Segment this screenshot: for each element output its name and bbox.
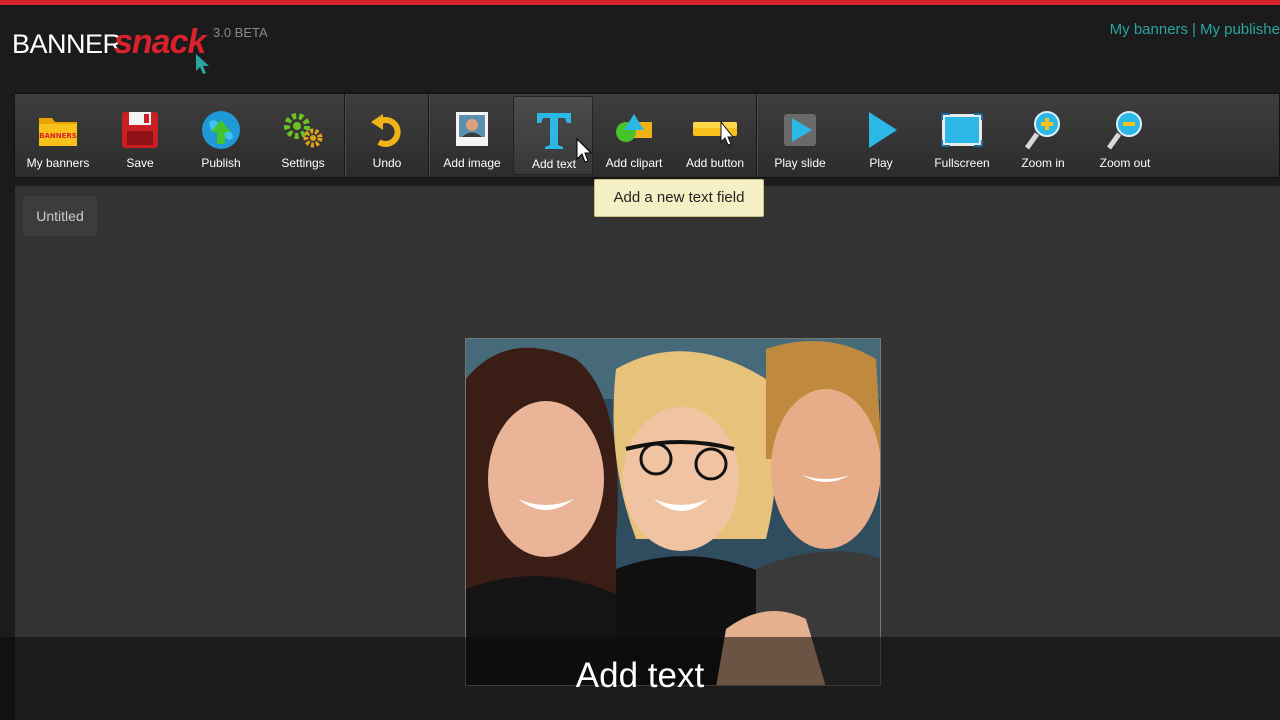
video-caption: Add text [575,656,705,695]
logo-banner-text: BANNER [12,29,122,59]
my-banners-button[interactable]: BANNERS My banners [18,96,98,175]
floppy-icon [122,112,158,148]
toolbar-group-file: BANNERS My banners Save Publish Settings [15,94,345,177]
add-clipart-label: Add clipart [605,156,663,170]
document-tab[interactable]: Untitled [23,196,97,236]
toolbar-group-view: Play slide Play Fullscreen Zoom in Zoom … [758,94,1168,177]
svg-text:BANNERS: BANNERS [39,132,77,140]
play-slide-label: Play slide [774,156,826,170]
settings-button[interactable]: Settings [263,96,343,175]
add-button-button[interactable]: Add button [675,96,755,175]
app-version: 3.0 BETA [213,25,268,40]
settings-label: Settings [281,156,325,170]
button-icon [693,120,737,146]
text-icon [537,113,571,149]
play-slide-icon [784,114,816,146]
mouse-pointer-icon [576,138,592,163]
globe-upload-icon [202,111,240,149]
shapes-icon [616,114,652,142]
play-label: Play [869,156,893,170]
undo-icon [371,114,401,147]
save-button[interactable]: Save [100,96,180,175]
zoom-in-icon [1024,111,1060,150]
toolbar-group-edit: Undo [346,94,429,177]
play-slide-button[interactable]: Play slide [760,96,840,175]
publish-label: Publish [201,156,241,170]
fullscreen-label: Fullscreen [934,156,990,170]
undo-button[interactable]: Undo [347,96,427,175]
zoom-out-icon [1106,111,1142,150]
zoom-in-button[interactable]: Zoom in [1003,96,1083,175]
app-header: BANNER snack 3.0 BETA My banners | My publ… [0,5,1280,91]
add-clipart-button[interactable]: Add clipart [594,96,674,175]
zoom-out-label: Zoom out [1099,156,1151,170]
toolbar-group-insert: Add image Add text Add clipart Add butto… [430,94,757,177]
logo-snack-text: snack [114,23,206,61]
fullscreen-button[interactable]: Fullscreen [922,96,1002,175]
save-label: Save [126,156,154,170]
logo-cursor-icon [196,54,209,74]
banner-canvas-image[interactable] [465,338,881,686]
add-image-label: Add image [443,156,501,170]
add-button-label: Add button [685,156,745,170]
zoom-out-button[interactable]: Zoom out [1085,96,1165,175]
nav-my-banners[interactable]: My banners [1110,21,1188,38]
main-toolbar: BANNERS My banners Save Publish Settings… [14,93,1280,178]
publish-button[interactable]: Publish [181,96,261,175]
nav-my-published[interactable]: My publishe [1200,21,1280,38]
gears-icon [284,113,323,148]
undo-label: Undo [372,156,402,170]
zoom-in-label: Zoom in [1021,156,1065,170]
nav-separator: | [1192,21,1196,38]
add-image-button[interactable]: Add image [432,96,512,175]
people-photo [466,339,880,685]
top-nav: My banners | My publishe [1110,21,1280,38]
folder-icon: BANNERS [39,118,77,146]
image-icon [456,112,488,146]
my-banners-label: My banners [26,156,90,170]
fullscreen-icon [941,113,983,147]
add-text-tooltip: Add a new text field [594,179,764,217]
play-button[interactable]: Play [841,96,921,175]
play-icon [869,112,897,148]
